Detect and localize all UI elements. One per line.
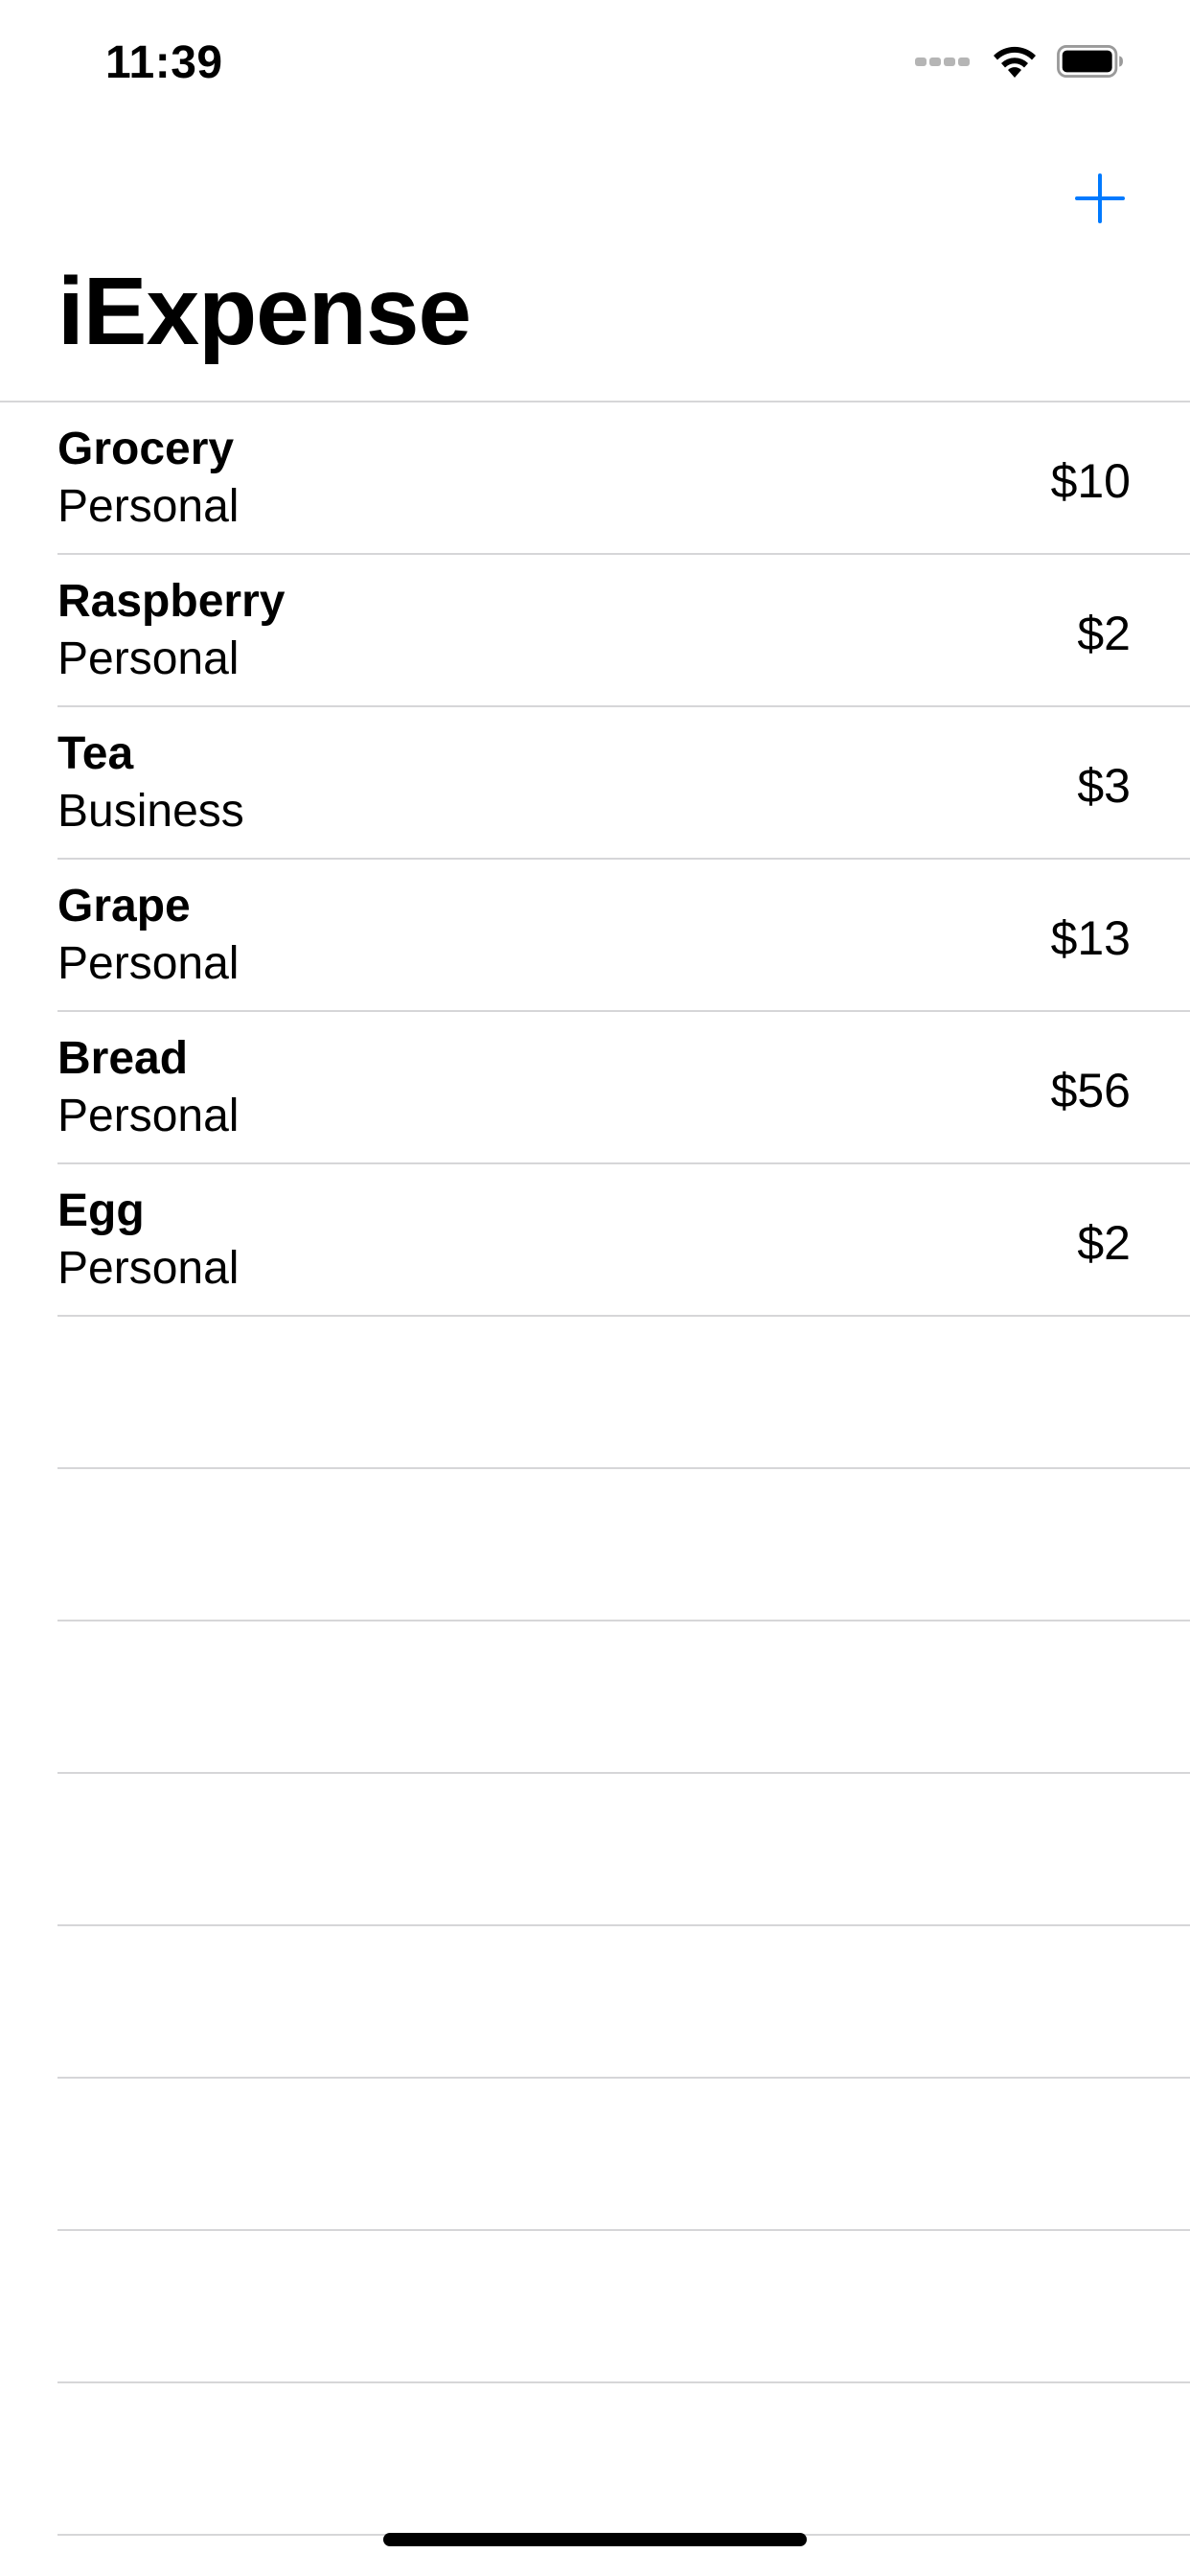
expense-amount: $2 <box>1077 607 1131 660</box>
expense-list: Grocery Personal $10 Raspberry Personal … <box>0 401 1190 2536</box>
empty-list-row <box>57 1622 1190 1774</box>
expense-amount: $13 <box>1050 911 1131 965</box>
expense-row[interactable]: Grocery Personal $10 <box>57 402 1190 555</box>
empty-list-row <box>57 2079 1190 2231</box>
expense-name: Egg <box>57 1185 145 1236</box>
expense-type: Personal <box>57 1243 240 1294</box>
expense-row[interactable]: Tea Business $3 <box>57 707 1190 860</box>
battery-icon <box>1057 45 1123 78</box>
expense-row[interactable]: Grape Personal $13 <box>57 860 1190 1012</box>
expense-name: Grape <box>57 881 191 932</box>
empty-list-row <box>57 1317 1190 1469</box>
expense-type: Personal <box>57 938 240 989</box>
empty-list-row <box>57 1926 1190 2079</box>
expense-name: Tea <box>57 728 134 779</box>
expense-row[interactable]: Egg Personal $2 <box>57 1164 1190 1317</box>
expense-row[interactable]: Bread Personal $56 <box>57 1012 1190 1164</box>
empty-list-row <box>57 1469 1190 1622</box>
home-indicator[interactable] <box>383 2533 807 2546</box>
expense-type: Business <box>57 786 244 837</box>
empty-list-row <box>57 2231 1190 2383</box>
expense-amount: $2 <box>1077 1216 1131 1270</box>
add-expense-button[interactable] <box>1069 168 1131 229</box>
expense-type: Personal <box>57 481 240 532</box>
plus-icon <box>1075 173 1125 223</box>
status-time: 11:39 <box>105 37 223 88</box>
expense-row[interactable]: Raspberry Personal $2 <box>57 555 1190 707</box>
expense-amount: $56 <box>1050 1064 1131 1117</box>
page-title: iExpense <box>57 258 471 365</box>
status-bar: 11:39 <box>0 0 1190 129</box>
expense-name: Grocery <box>57 424 235 474</box>
expense-name: Raspberry <box>57 576 286 627</box>
empty-list-row <box>57 1774 1190 1926</box>
empty-list-row <box>57 2383 1190 2536</box>
expense-type: Personal <box>57 1091 240 1141</box>
wifi-icon <box>994 46 1036 78</box>
expense-name: Bread <box>57 1033 189 1084</box>
navigation-bar: iExpense <box>0 129 1190 398</box>
expense-type: Personal <box>57 633 240 684</box>
cellular-signal-icon <box>912 57 970 66</box>
status-icons <box>912 43 1125 80</box>
expense-amount: $3 <box>1077 759 1131 813</box>
expense-amount: $10 <box>1050 454 1131 508</box>
